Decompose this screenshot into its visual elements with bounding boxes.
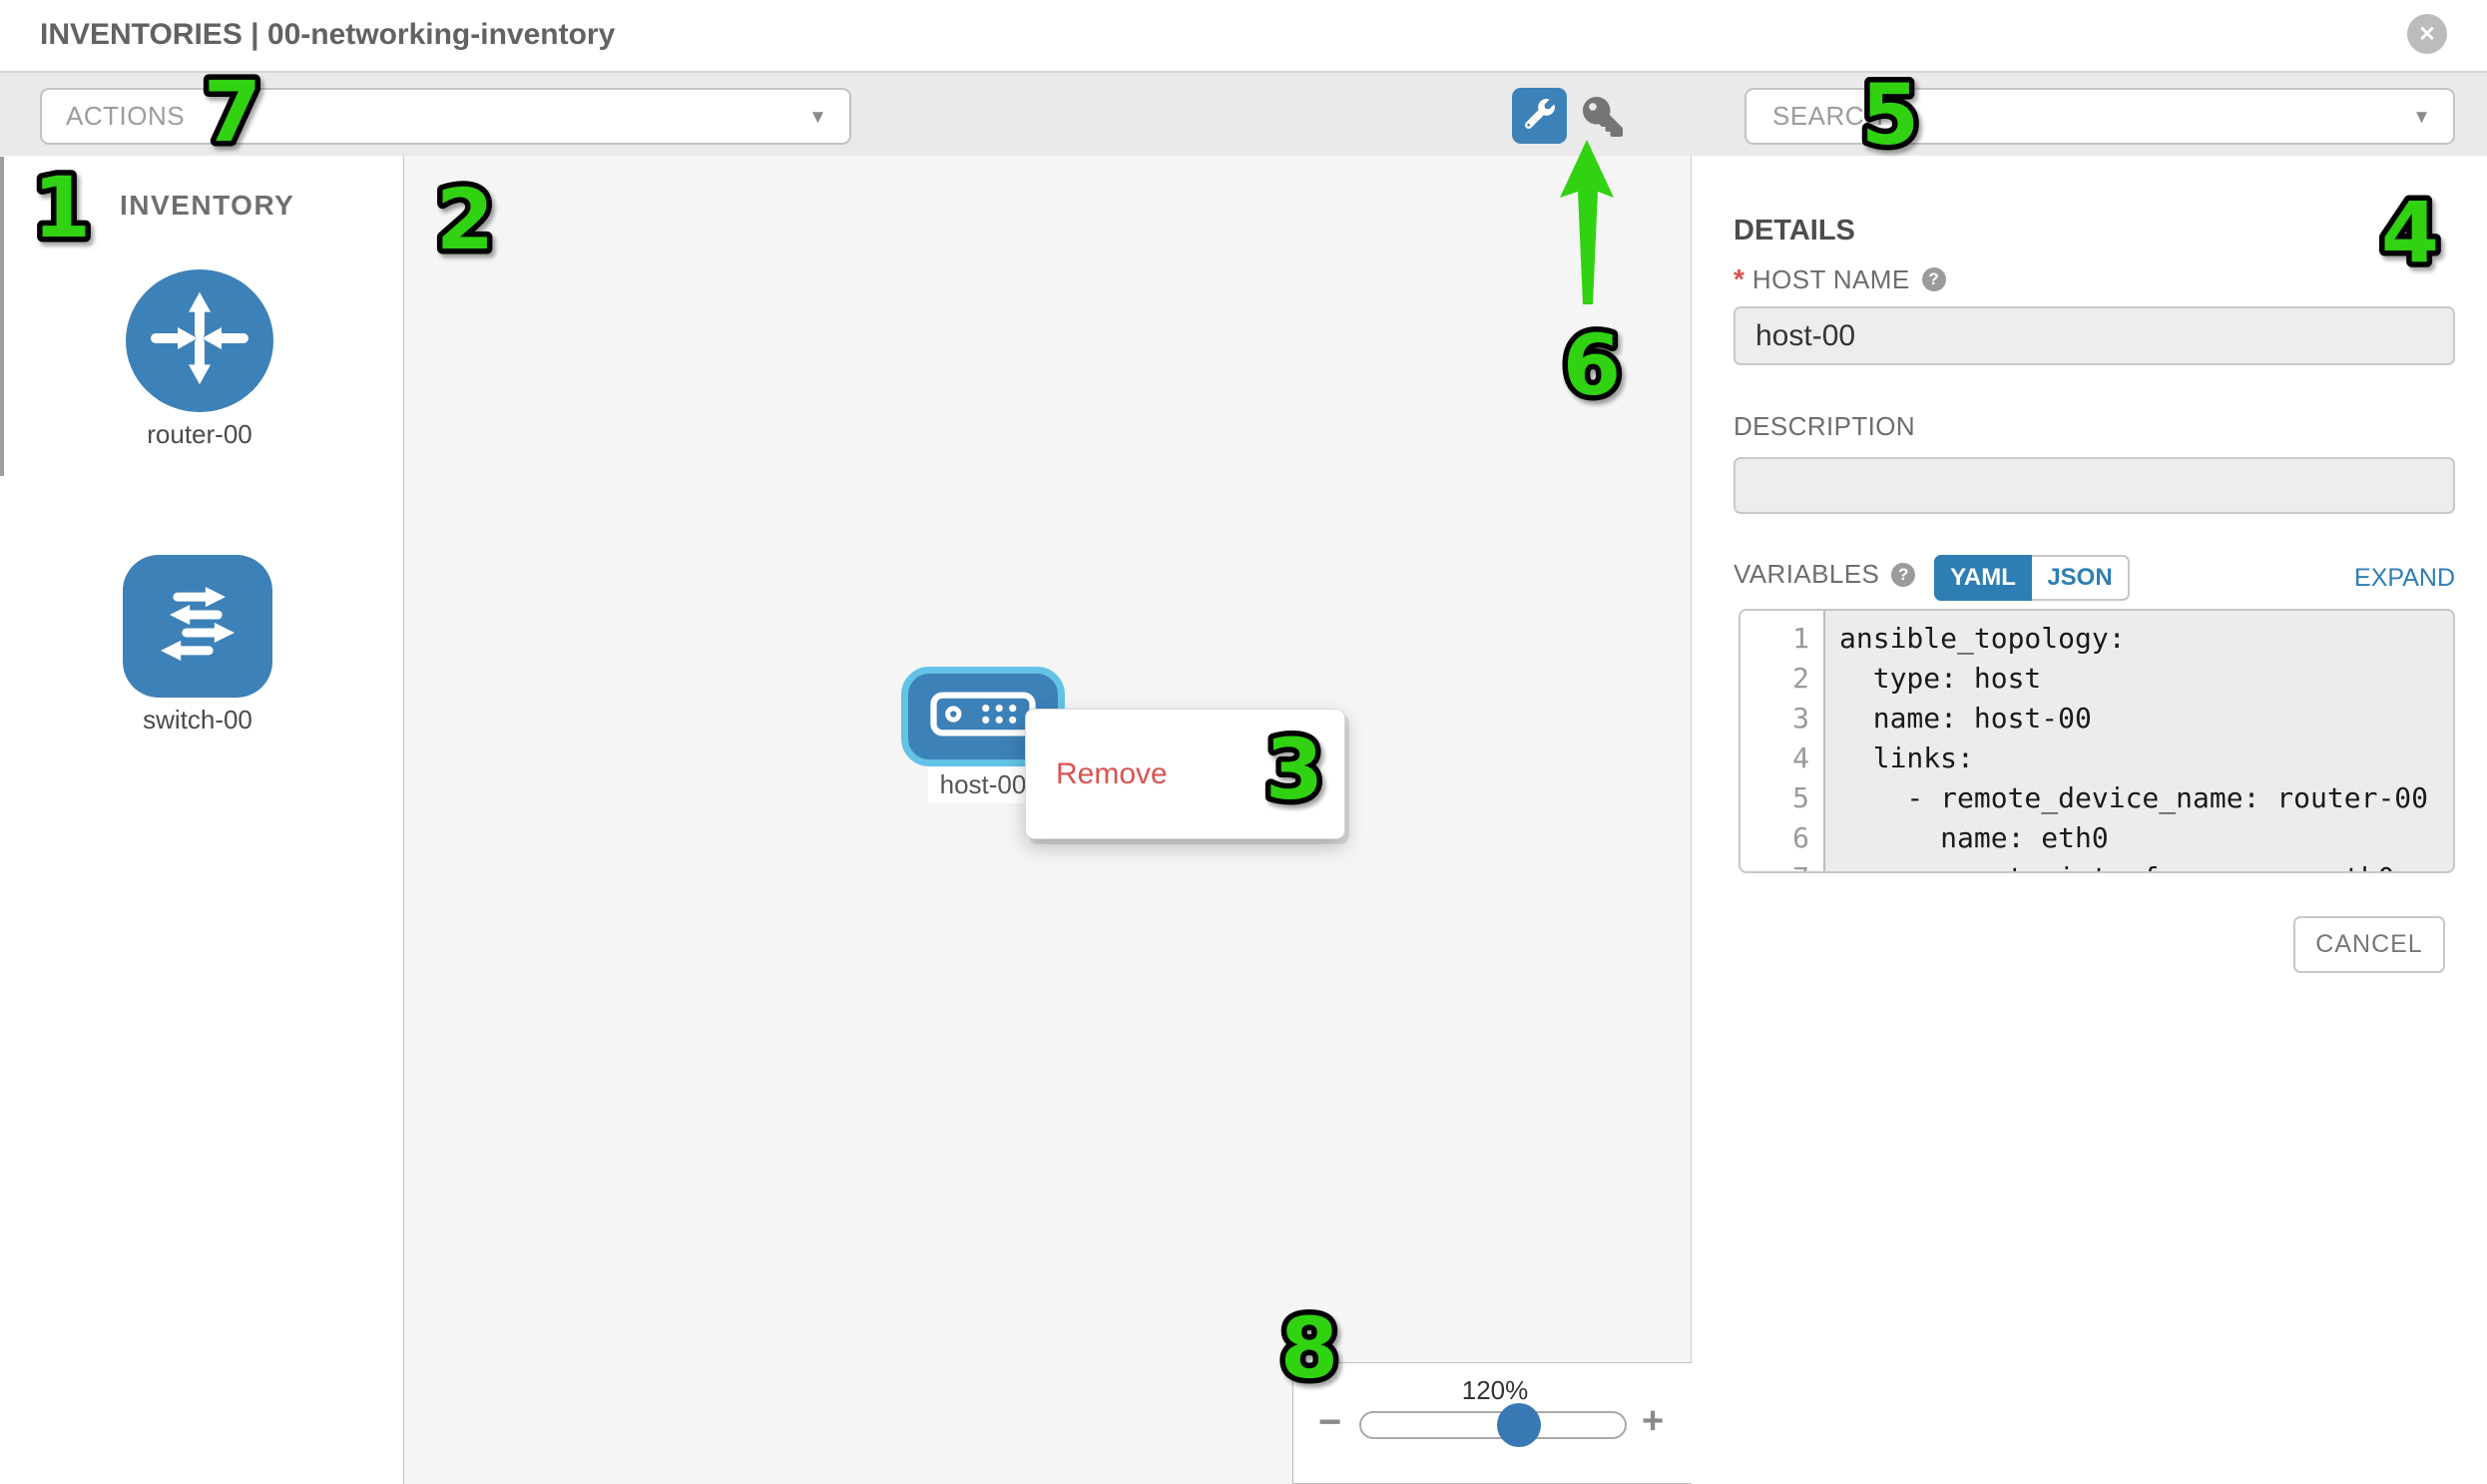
code-line: type: host [1839,659,2453,699]
switch-icon [142,568,253,685]
sidebar-item-label: router-00 [50,419,349,450]
expand-link[interactable]: EXPAND [2335,564,2455,593]
help-question-icon[interactable]: ? [1922,267,1946,291]
host-name-label-row: * HOST NAME ? [1734,263,1946,295]
description-input[interactable] [1734,457,2455,514]
wrench-icon [1525,99,1555,134]
required-asterisk: * [1734,263,1744,295]
code-line: remote_interface_name: eth0 [1839,858,2453,873]
context-menu-item-remove[interactable]: Remove [1056,757,1344,791]
host-name-label: HOST NAME [1752,264,1910,295]
code-line: name: eth0 [1839,818,2453,858]
window-header: INVENTORIES | 00-networking-inventory ✕ [0,0,2487,73]
cancel-button[interactable]: CANCEL [2293,916,2445,973]
zoom-level-value: 120% [1445,1375,1545,1406]
variables-code-editor[interactable]: 1 2 3 4 5 6 7 ansible_topology: type: ho… [1739,609,2455,873]
editor-code-area: ansible_topology: type: host name: host-… [1827,611,2453,871]
variables-label: VARIABLES [1734,559,1879,590]
tools-button[interactable] [1512,88,1567,144]
context-menu: Details Remove [1025,709,1345,839]
line-number: 2 [1741,659,1823,699]
sidebar-item-label: switch-00 [48,705,347,736]
line-number: 7 [1741,858,1823,873]
search-dropdown-label: SEARCH [1772,101,1883,132]
json-tab[interactable]: JSON [2032,555,2130,601]
close-icon: ✕ [2418,22,2436,47]
variables-label-row: VARIABLES ? [1734,559,1915,590]
yaml-tab[interactable]: YAML [1934,555,2032,601]
sidebar-title: INVENTORY [120,190,294,222]
actions-dropdown-label: ACTIONS [66,101,185,132]
host-name-input[interactable] [1734,306,2455,365]
editor-line-numbers: 1 2 3 4 5 6 7 [1741,611,1825,871]
line-number: 4 [1741,739,1823,778]
zoom-out-button[interactable]: − [1318,1409,1344,1441]
zoom-in-button[interactable]: + [1642,1405,1672,1437]
line-number: 6 [1741,818,1823,858]
sidebar-scrollbar[interactable] [0,157,4,476]
zoom-slider-thumb[interactable] [1497,1403,1541,1447]
chevron-down-icon: ▾ [2416,103,2427,129]
line-number: 3 [1741,699,1823,739]
actions-dropdown[interactable]: ACTIONS ▾ [40,88,851,145]
code-line: links: [1839,739,2453,778]
help-question-icon[interactable]: ? [1891,563,1915,587]
line-number: 5 [1741,778,1823,818]
code-line: - remote_device_name: router-00 [1839,778,2453,818]
key-icon [1583,124,1623,141]
close-button[interactable]: ✕ [2407,14,2447,54]
sidebar-item-router[interactable] [126,269,273,412]
inventory-topology-window: INVENTORIES | 00-networking-inventory ✕ … [0,0,2487,1484]
zoom-slider-track[interactable] [1359,1411,1627,1439]
description-label: DESCRIPTION [1734,411,1915,441]
sidebar-item-switch[interactable] [123,555,272,698]
chevron-down-icon: ▾ [812,103,823,129]
router-icon [145,283,254,398]
description-label-row: DESCRIPTION [1734,411,1915,442]
credentials-key-button[interactable] [1583,97,1623,137]
code-line: name: host-00 [1839,699,2453,739]
page-title: INVENTORIES | 00-networking-inventory [40,18,615,52]
search-dropdown[interactable]: SEARCH ▾ [1744,88,2455,145]
line-number: 1 [1741,619,1823,659]
host-node-label: host-00 [928,766,1039,803]
code-line: ansible_topology: [1839,619,2453,659]
host-icon [929,691,1037,742]
details-panel-title: DETAILS [1734,215,1855,247]
